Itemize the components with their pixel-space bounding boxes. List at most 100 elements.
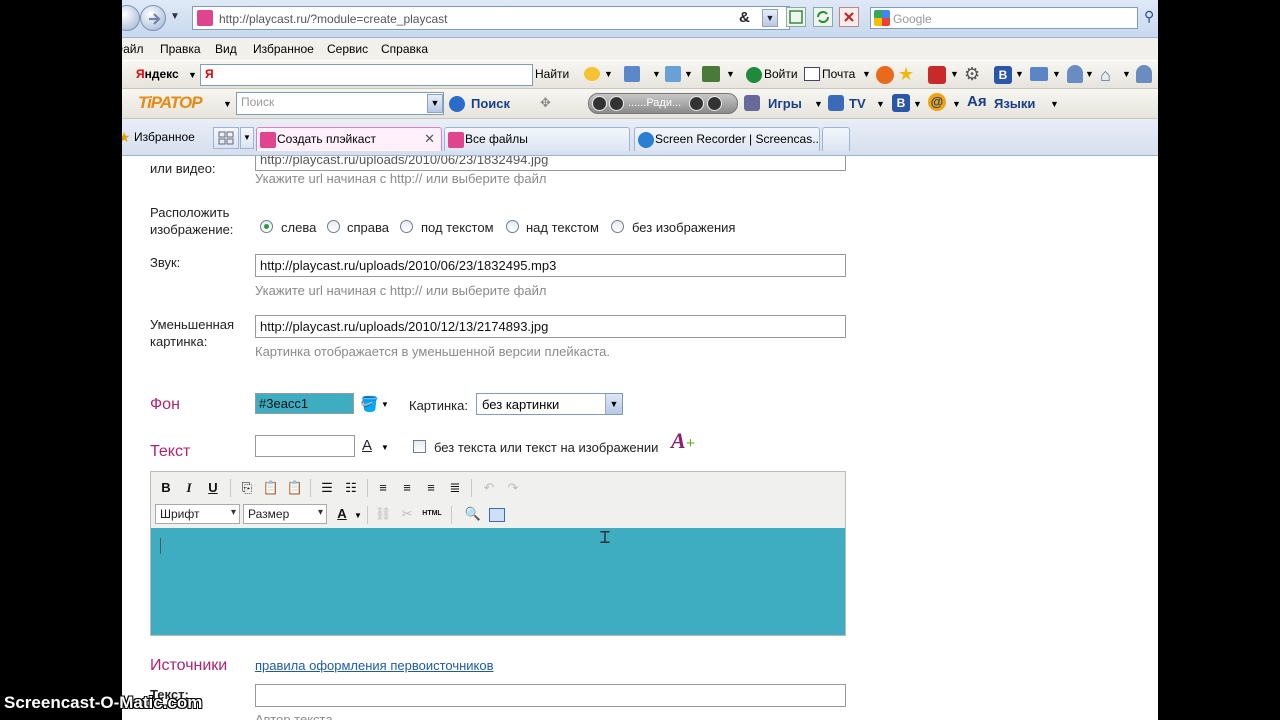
star-icon[interactable]: ★ xyxy=(898,64,914,85)
tirator-dropdown-icon[interactable]: ▼ xyxy=(223,99,232,109)
menu-help[interactable]: Справка xyxy=(381,42,428,56)
tirator-search-button[interactable]: Поиск xyxy=(471,96,510,111)
yandex-dropdown-icon[interactable]: ▼ xyxy=(188,70,197,80)
spell-dropdown-icon[interactable]: ▼ xyxy=(652,69,661,79)
prev-icon[interactable] xyxy=(689,96,704,111)
underline-button[interactable]: U xyxy=(203,479,223,497)
bg-color-dropdown-icon[interactable]: ▼ xyxy=(381,400,389,409)
chat-icon[interactable] xyxy=(584,67,600,81)
undo-icon[interactable]: ↶ xyxy=(479,479,499,497)
yandex-find-button[interactable]: Найти xyxy=(535,67,569,81)
languages-button[interactable]: Языки xyxy=(994,96,1035,111)
gear-icon[interactable]: ⚙ xyxy=(964,64,980,85)
text-color-icon[interactable]: A xyxy=(362,437,372,454)
paint-bucket-icon[interactable]: 🪣 xyxy=(360,395,379,413)
quick-tabs-button[interactable] xyxy=(213,127,239,149)
font-select[interactable]: Шрифт xyxy=(155,504,240,524)
add-font-icon[interactable]: A+ xyxy=(671,428,695,454)
tirator-search-dropdown-icon[interactable]: ▼ xyxy=(427,94,443,113)
translate-dropdown-icon[interactable]: ▼ xyxy=(684,69,693,79)
chat-dropdown-icon[interactable]: ▼ xyxy=(604,69,613,79)
text-color-input[interactable] xyxy=(255,435,355,457)
translate-icon[interactable] xyxy=(665,66,681,82)
menu-edit[interactable]: Правка xyxy=(160,42,201,56)
sources-text-input[interactable] xyxy=(255,684,846,707)
tab-screen-recorder[interactable]: Screen Recorder | Screencas... xyxy=(634,127,820,151)
languages-dropdown-icon[interactable]: ▼ xyxy=(1050,99,1059,109)
rss-feed-button[interactable] xyxy=(786,7,806,27)
search-go-icon[interactable]: ⚲ xyxy=(1144,8,1154,25)
yandex-mail[interactable]: Почта xyxy=(822,67,855,81)
sources-rules-link[interactable]: правила оформления первоисточников xyxy=(255,658,494,673)
envelope-icon[interactable] xyxy=(1030,67,1048,81)
envelope-dropdown-icon[interactable]: ▼ xyxy=(1052,69,1061,79)
favorites-button[interactable]: Избранное xyxy=(134,130,195,144)
bookmarks-dropdown-icon[interactable]: ▼ xyxy=(950,69,959,79)
vk-bar-dropdown-icon[interactable]: ▼ xyxy=(913,99,922,109)
position-radio-below[interactable] xyxy=(400,220,413,233)
yandex-login[interactable]: Войти xyxy=(764,67,798,81)
redo-icon[interactable]: ↷ xyxy=(503,479,523,497)
font-color-icon[interactable]: A xyxy=(332,505,352,523)
user-dropdown-icon[interactable]: ▼ xyxy=(1085,69,1094,79)
image-url-input[interactable]: http://playcast.ru/uploads/2010/06/23/18… xyxy=(255,156,846,171)
align-center-icon[interactable]: ≡ xyxy=(397,479,417,497)
position-radio-above[interactable] xyxy=(506,220,519,233)
address-dropdown-icon[interactable]: ▼ xyxy=(762,9,778,27)
tirator-search-input[interactable]: Поиск xyxy=(236,92,444,115)
thumb-url-input[interactable]: http://playcast.ru/uploads/2010/12/13/21… xyxy=(255,315,846,338)
yandex-search-input[interactable]: Я xyxy=(200,64,533,86)
tirator-logo[interactable]: TiPATOP xyxy=(138,93,203,113)
radio-player[interactable]: ......Ради... xyxy=(588,93,738,114)
align-left-icon[interactable]: ≡ xyxy=(373,479,393,497)
weather-icon[interactable] xyxy=(876,66,894,84)
bold-button[interactable]: B xyxy=(156,479,176,497)
menu-file[interactable]: Файл xyxy=(122,42,144,56)
history-dropdown-icon[interactable]: ▼ xyxy=(170,11,180,22)
bg-color-input[interactable]: #3eacc1 xyxy=(255,393,354,414)
home-dropdown-icon[interactable]: ▼ xyxy=(1122,69,1131,79)
games-dropdown-icon[interactable]: ▼ xyxy=(814,99,823,109)
numbered-list-icon[interactable]: ☷ xyxy=(341,479,361,497)
forward-button[interactable] xyxy=(140,5,166,31)
paste-icon[interactable]: 📋 xyxy=(261,479,281,497)
home-icon[interactable]: ⌂ xyxy=(1100,65,1111,86)
close-tab-icon[interactable]: ✕ xyxy=(424,131,435,147)
position-radio-left[interactable] xyxy=(260,220,273,233)
menu-favorites[interactable]: Избранное xyxy=(253,42,314,56)
games-button[interactable]: Игры xyxy=(768,96,802,111)
pause-icon[interactable] xyxy=(592,96,607,111)
font-color-dropdown-icon[interactable]: ▼ xyxy=(354,511,362,520)
vk-dropdown-icon[interactable]: ▼ xyxy=(1015,69,1024,79)
next-icon[interactable] xyxy=(707,96,722,111)
align-right-icon[interactable]: ≡ xyxy=(421,479,441,497)
yandex-logo[interactable]: Яндекс xyxy=(136,67,179,81)
unlink-icon[interactable]: ✂ xyxy=(397,505,417,523)
stop-button[interactable] xyxy=(839,7,859,27)
address-field[interactable]: http://playcast.ru/?module=create_playca… xyxy=(192,6,790,30)
editor-text-area[interactable]: Ꮖ xyxy=(151,528,845,635)
vk-icon[interactable]: B xyxy=(994,66,1012,84)
sound-url-input[interactable]: http://playcast.ru/uploads/2010/06/23/18… xyxy=(255,254,846,277)
tab-all-files[interactable]: Все файлы xyxy=(444,127,630,151)
copy-icon[interactable]: ⎘ xyxy=(237,479,257,497)
tv-dropdown-icon[interactable]: ▼ xyxy=(876,99,885,109)
picture-select[interactable]: без картинки ▼ xyxy=(476,393,623,415)
paste-word-icon[interactable]: 📋 xyxy=(285,479,305,497)
italic-button[interactable]: I xyxy=(179,479,199,497)
mailru-icon[interactable]: @ xyxy=(928,93,946,111)
tab-create-playcast[interactable]: Создать плэйкаст ✕ xyxy=(256,127,442,151)
vk-bar-icon[interactable]: B xyxy=(892,94,910,112)
user-icon[interactable] xyxy=(1067,65,1083,83)
justify-icon[interactable]: ≣ xyxy=(445,479,465,497)
dictionary-icon[interactable] xyxy=(702,66,720,82)
size-select[interactable]: Размер xyxy=(243,504,327,524)
find-replace-icon[interactable]: 🔍 xyxy=(463,505,483,523)
bullet-list-icon[interactable]: ☰ xyxy=(317,479,337,497)
tab-list-dropdown-icon[interactable]: ▼ xyxy=(240,127,254,149)
html-source-button[interactable]: HTML xyxy=(419,505,445,523)
mailru-dropdown-icon[interactable]: ▼ xyxy=(952,99,961,109)
mail-dropdown-icon[interactable]: ▼ xyxy=(862,69,871,79)
back-button[interactable] xyxy=(122,5,140,31)
link-icon[interactable]: ⛓ xyxy=(373,505,393,523)
